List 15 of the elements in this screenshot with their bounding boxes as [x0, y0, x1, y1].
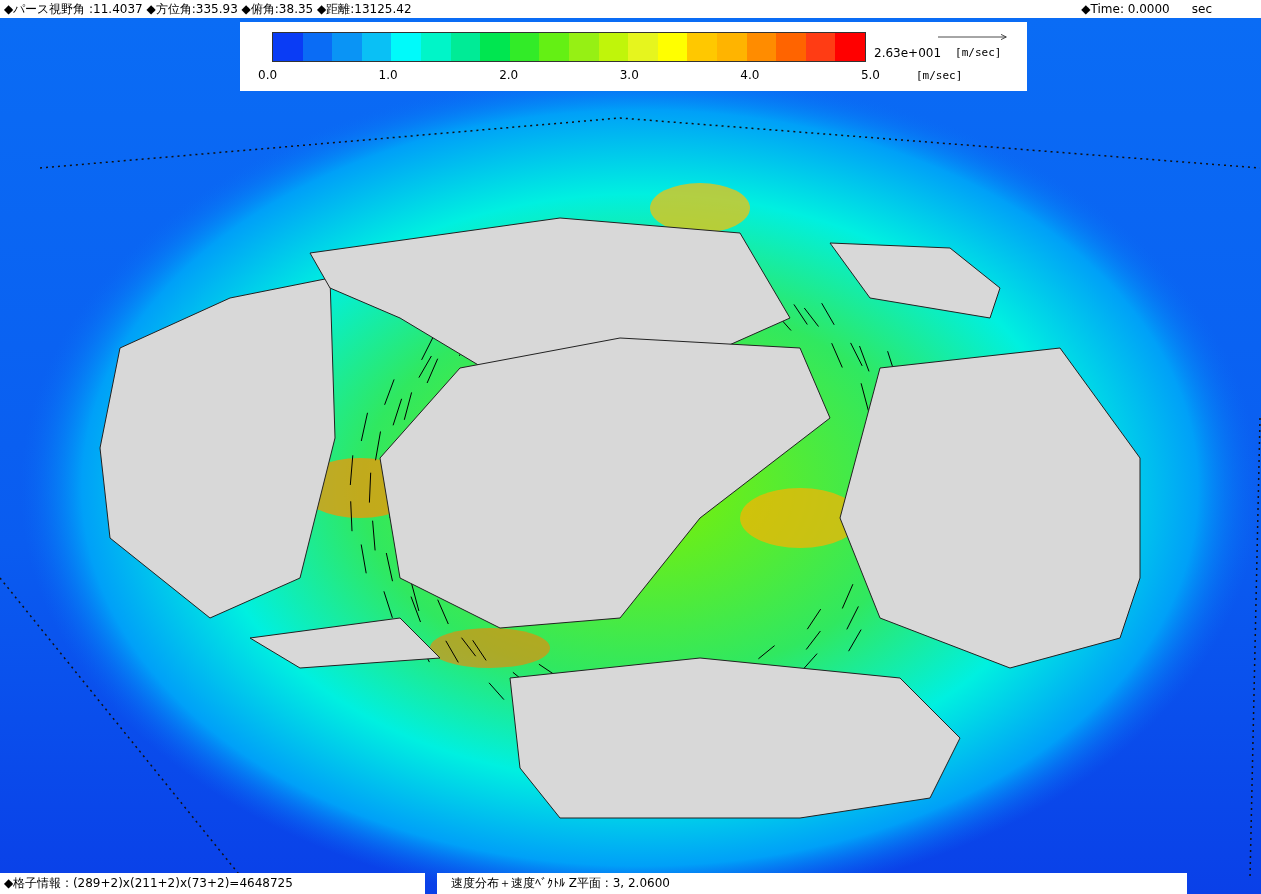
arrow-icon — [938, 32, 1008, 42]
view-info: ◆パース視野角 :11.4037 ◆方位角:335.93 ◆俯角:38.35 ◆距離:13125.42 — [4, 0, 412, 18]
tick-label: 4.0 — [740, 68, 760, 82]
time-unit: sec — [1191, 2, 1212, 16]
tick-label: 2.0 — [499, 68, 519, 82]
tick-label: 1.0 — [378, 68, 398, 82]
time-label: ◆Time: 0.0000 — [1081, 2, 1170, 16]
tick-label: 3.0 — [619, 68, 639, 82]
tick-label: 5.0 — [860, 68, 880, 82]
grid-info: ◆格子情報 : (289+2)x(211+2)x(73+2)=4648725 — [0, 873, 425, 894]
vector-scale: 2.63e+001 — [874, 46, 942, 60]
legend-unit: [m/sec] — [916, 68, 963, 82]
vector-unit: [m/sec] — [955, 46, 1002, 60]
tick-label: 0.0 — [258, 68, 278, 82]
display-mode: 速度分布＋速度ﾍﾞｸﾄﾙ Z平面 : 3, 2.0600 — [437, 873, 1187, 894]
